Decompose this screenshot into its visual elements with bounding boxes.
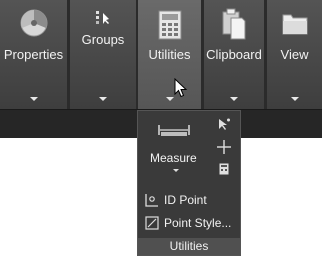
mouse-cursor-icon [174, 78, 188, 98]
utilities-dropdown: Measure ID Point Point Style... Utilitie… [137, 110, 241, 256]
properties-panel-button[interactable]: Properties [0, 0, 67, 109]
properties-label: Properties [3, 47, 64, 62]
measure-button[interactable]: Measure [146, 117, 202, 179]
view-label: View [280, 47, 309, 62]
quick-select-icon[interactable] [217, 117, 231, 131]
point-style-icon [145, 216, 159, 230]
id-point-label: ID Point [164, 193, 207, 207]
view-panel-button[interactable]: View [267, 0, 322, 109]
point-style-label: Point Style... [164, 216, 232, 230]
quick-calc-icon[interactable] [219, 163, 229, 175]
utilities-panel-title: Utilities [138, 238, 240, 255]
id-point-button[interactable]: ID Point [143, 191, 238, 209]
measure-distance-icon [158, 125, 190, 136]
chevron-down-icon[interactable] [290, 97, 299, 101]
id-point-icon [145, 194, 158, 207]
folder-view-icon [282, 14, 307, 35]
chevron-down-icon[interactable] [173, 169, 179, 172]
chevron-down-icon[interactable] [165, 97, 174, 101]
utilities-label: Utilities [148, 47, 191, 62]
chevron-down-icon[interactable] [99, 97, 107, 101]
color-wheel-icon [20, 9, 47, 37]
group-select-icon [96, 11, 109, 24]
clipboard-icon [222, 8, 246, 40]
locate-point-icon[interactable] [216, 139, 232, 155]
utilities-panel-button[interactable]: Utilities [138, 0, 201, 109]
chevron-down-icon[interactable] [230, 97, 238, 101]
clipboard-label: Clipboard [206, 47, 262, 62]
clipboard-panel-button[interactable]: Clipboard [204, 0, 264, 109]
measure-label: Measure [150, 151, 197, 165]
point-style-button[interactable]: Point Style... [143, 214, 241, 232]
chevron-down-icon[interactable] [29, 97, 38, 101]
groups-panel-button[interactable]: Groups [70, 0, 136, 109]
groups-label: Groups [81, 32, 125, 47]
calculator-icon [158, 10, 181, 40]
